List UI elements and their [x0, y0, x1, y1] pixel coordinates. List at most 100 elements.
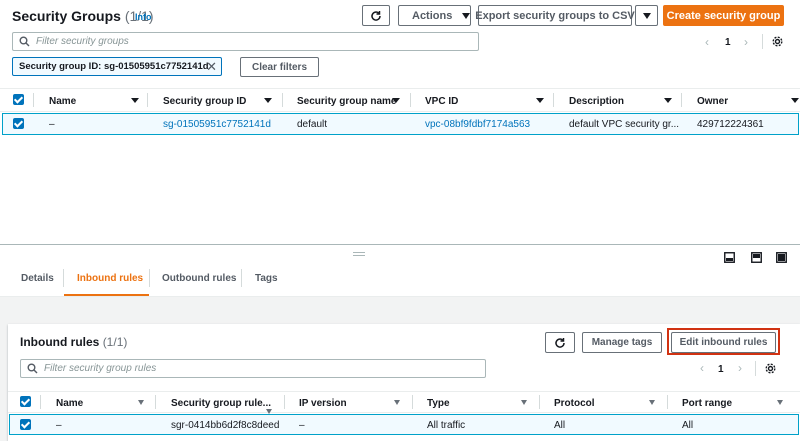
- divider: [553, 93, 554, 107]
- column-header-vpc-id[interactable]: VPC ID: [425, 96, 458, 107]
- page-title: Security Groups (1/1): [12, 8, 154, 24]
- filter-token: Security group ID: sg-01505951c7752141d …: [12, 57, 222, 76]
- prev-page-icon[interactable]: ‹: [705, 35, 709, 49]
- drag-handle-icon[interactable]: [353, 252, 365, 256]
- create-security-group-label: Create security group: [666, 9, 781, 22]
- column-header-port-range[interactable]: Port range: [682, 398, 732, 409]
- sort-icon[interactable]: [394, 400, 400, 405]
- page-number[interactable]: 1: [725, 37, 731, 48]
- table-row[interactable]: [9, 414, 799, 435]
- column-header-type[interactable]: Type: [427, 398, 450, 409]
- tab-inbound-rules[interactable]: Inbound rules: [77, 273, 143, 284]
- row-security-group-id-link[interactable]: sg-01505951c7752141d: [163, 119, 271, 130]
- row-description: default VPC security gr...: [569, 119, 680, 130]
- actions-dropdown[interactable]: Actions: [398, 5, 471, 26]
- divider: [762, 34, 763, 49]
- column-header-protocol[interactable]: Protocol: [554, 398, 595, 409]
- page-title-text: Security Groups: [12, 8, 121, 24]
- divider: [284, 395, 285, 409]
- tab-details[interactable]: Details: [21, 273, 54, 284]
- sort-icon[interactable]: [664, 98, 672, 103]
- divider: [755, 361, 756, 376]
- export-csv-button[interactable]: Export security groups to CSV: [475, 5, 635, 26]
- clear-filters-button[interactable]: Clear filters: [240, 57, 319, 77]
- info-link[interactable]: Info: [135, 12, 152, 22]
- create-security-group-button[interactable]: Create security group: [663, 5, 784, 26]
- inbound-rules-count: (1/1): [102, 335, 128, 349]
- divider: [681, 93, 682, 107]
- divider: [155, 395, 156, 409]
- divider: [539, 395, 540, 409]
- sort-icon[interactable]: [791, 98, 799, 103]
- sort-icon[interactable]: [536, 98, 544, 103]
- clear-filters-label: Clear filters: [251, 61, 308, 73]
- column-header-security-group-name[interactable]: Security group name: [297, 96, 396, 107]
- column-header-name[interactable]: Name: [49, 96, 76, 107]
- panel-full-icon[interactable]: [776, 252, 787, 263]
- page-number[interactable]: 1: [718, 364, 724, 375]
- export-dropdown-button[interactable]: [635, 5, 658, 26]
- sort-icon[interactable]: [138, 400, 144, 405]
- row-checkbox[interactable]: [20, 419, 31, 430]
- column-header-description[interactable]: Description: [569, 96, 624, 107]
- divider: [33, 93, 34, 107]
- row-checkbox[interactable]: [13, 118, 24, 129]
- column-header-ip-version[interactable]: IP version: [299, 398, 347, 409]
- tab-outbound-rules[interactable]: Outbound rules: [162, 273, 236, 284]
- remove-filter-icon[interactable]: ✕: [206, 59, 217, 75]
- column-header-name[interactable]: Name: [56, 398, 83, 409]
- table-row[interactable]: [2, 113, 799, 135]
- row-rule-id: sgr-0414bb6d2f8c8deed: [171, 420, 280, 431]
- refresh-icon: [371, 10, 381, 21]
- sort-icon[interactable]: [777, 400, 783, 405]
- row-security-group-name: default: [297, 119, 328, 130]
- panel-side-icon[interactable]: [751, 252, 762, 263]
- next-page-icon[interactable]: ›: [744, 35, 748, 49]
- panel-bottom-icon[interactable]: [724, 252, 735, 263]
- inbound-refresh-button[interactable]: [545, 332, 575, 353]
- sort-icon[interactable]: [521, 400, 527, 405]
- security-groups-search-input[interactable]: Filter security groups: [12, 32, 479, 51]
- row-ip-version: –: [299, 420, 305, 431]
- column-header-security-group-rule-id[interactable]: Security group rule...: [171, 398, 271, 409]
- settings-gear-icon[interactable]: [772, 36, 783, 47]
- caret-down-icon: [642, 12, 651, 19]
- row-port-range: All: [682, 420, 694, 431]
- search-placeholder: Filter security group rules: [44, 363, 157, 374]
- actions-label: Actions: [412, 9, 453, 22]
- column-header-security-group-id[interactable]: Security group ID: [163, 96, 246, 107]
- divider: [40, 395, 41, 409]
- divider: [149, 269, 150, 287]
- ec2-security-groups-console: Security Groups (1/1) Info Actions Expor…: [0, 0, 800, 441]
- filter-token-label: Security group ID: sg-01505951c7752141d: [19, 61, 209, 72]
- sort-icon[interactable]: [264, 98, 272, 103]
- security-groups-table-header: [0, 88, 800, 112]
- inbound-rules-title: Inbound rules (1/1): [20, 335, 127, 349]
- select-all-checkbox[interactable]: [20, 396, 31, 407]
- security-group-rules-search-input[interactable]: Filter security group rules: [20, 359, 486, 378]
- row-vpc-id-link[interactable]: vpc-08bf9fdbf7174a563: [425, 119, 530, 130]
- next-page-icon[interactable]: ›: [738, 361, 742, 375]
- edit-inbound-rules-label: Edit inbound rules: [679, 337, 768, 348]
- settings-gear-icon[interactable]: [765, 363, 776, 374]
- divider: [667, 395, 668, 409]
- column-header-owner[interactable]: Owner: [697, 96, 728, 107]
- row-name: –: [56, 420, 62, 431]
- row-name: –: [49, 119, 55, 130]
- edit-inbound-rules-button[interactable]: Edit inbound rules: [671, 332, 776, 353]
- divider: [412, 395, 413, 409]
- divider: [410, 93, 411, 107]
- panel-splitter[interactable]: [0, 244, 800, 245]
- sort-icon[interactable]: [649, 400, 655, 405]
- prev-page-icon[interactable]: ‹: [700, 361, 704, 375]
- divider: [147, 93, 148, 107]
- select-all-checkbox[interactable]: [13, 94, 24, 105]
- tab-tags[interactable]: Tags: [255, 273, 278, 284]
- divider: [241, 269, 242, 287]
- refresh-button[interactable]: [362, 5, 390, 26]
- sort-icon[interactable]: [131, 98, 139, 103]
- row-protocol: All: [554, 420, 566, 431]
- manage-tags-button[interactable]: Manage tags: [582, 332, 662, 353]
- search-icon: [19, 36, 30, 47]
- sort-icon[interactable]: [392, 98, 400, 103]
